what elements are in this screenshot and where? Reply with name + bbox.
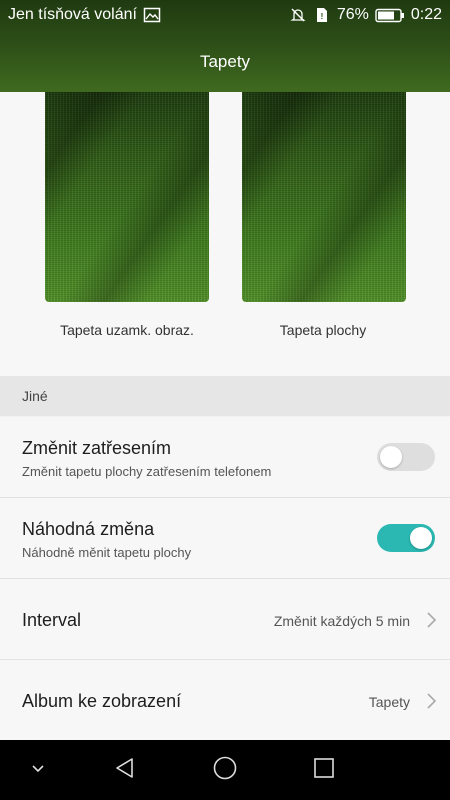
page-title: Tapety xyxy=(199,52,251,71)
image-icon xyxy=(143,6,161,24)
wallpaper-previews: Tapeta uzamk. obraz. Tapeta plochy xyxy=(0,92,450,376)
toggle-knob xyxy=(380,446,402,468)
lock-screen-wallpaper-thumbnail[interactable] xyxy=(45,92,209,302)
toggle-knob xyxy=(410,527,432,549)
sim-icon: ! xyxy=(313,6,331,24)
status-right: ! 76% 0:22 xyxy=(289,6,442,24)
back-button[interactable] xyxy=(105,740,145,800)
clock: 0:22 xyxy=(410,6,442,23)
battery-icon xyxy=(375,6,405,24)
setting-title: Náhodná změna xyxy=(22,519,155,539)
mute-icon xyxy=(289,6,307,24)
chevron-right-icon xyxy=(424,611,438,629)
navigation-bar xyxy=(0,740,450,800)
back-icon xyxy=(113,756,137,785)
recents-button[interactable] xyxy=(304,740,344,800)
chevron-right-icon xyxy=(424,692,438,710)
setting-row-shake[interactable]: Změnit zatřesením Změnit tapetu plochy z… xyxy=(0,417,450,498)
section-header-label: Jiné xyxy=(22,388,48,404)
lock-screen-wallpaper-label: Tapeta uzamk. obraz. xyxy=(60,322,194,338)
shake-toggle[interactable] xyxy=(377,443,435,471)
hide-navbar-button[interactable] xyxy=(20,740,56,800)
home-screen-wallpaper-label: Tapeta plochy xyxy=(279,322,367,338)
setting-row-interval[interactable]: Interval Změnit každých 5 min xyxy=(0,579,450,660)
section-header-other: Jiné xyxy=(0,376,450,416)
random-toggle[interactable] xyxy=(377,524,435,552)
recents-icon xyxy=(313,757,335,784)
title-bar: Tapety xyxy=(0,32,450,92)
carrier-text: Jen tísňová volání xyxy=(8,6,137,23)
battery-percent: 76% xyxy=(336,6,369,23)
setting-row-random[interactable]: Náhodná změna Náhodně měnit tapetu ploch… xyxy=(0,498,450,579)
status-bar: Jen tísňová volání ! 76% 0:22 xyxy=(0,0,450,32)
setting-title: Album ke zobrazení xyxy=(22,691,182,711)
setting-title: Interval xyxy=(22,610,82,630)
album-value: Tapety xyxy=(368,694,410,710)
setting-subtitle: Náhodně měnit tapetu plochy xyxy=(22,545,192,560)
app-header: Jen tísňová volání ! 76% 0:22 Tapety xyxy=(0,0,450,92)
interval-value: Změnit každých 5 min xyxy=(273,613,410,629)
setting-title: Změnit zatřesením xyxy=(22,438,172,458)
svg-text:!: ! xyxy=(320,12,323,21)
home-screen-wallpaper-thumbnail[interactable] xyxy=(242,92,406,302)
chevron-down-icon xyxy=(30,761,46,779)
setting-subtitle: Změnit tapetu plochy zatřesením telefone… xyxy=(22,464,272,479)
status-left: Jen tísňová volání xyxy=(8,6,161,24)
home-icon xyxy=(212,755,238,786)
home-button[interactable] xyxy=(205,740,245,800)
setting-row-album[interactable]: Album ke zobrazení Tapety xyxy=(0,660,450,740)
